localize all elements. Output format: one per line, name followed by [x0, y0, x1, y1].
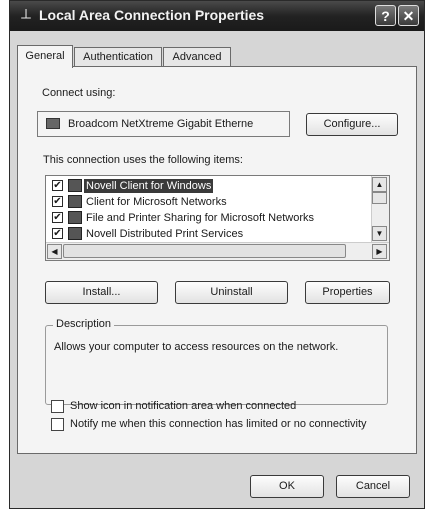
- items-listbox[interactable]: ✔ Novell Client for Windows ✔ Client for…: [45, 175, 390, 261]
- adapter-name: Broadcom NetXtreme Gigabit Etherne: [68, 118, 254, 130]
- show-icon-label: Show icon in notification area when conn…: [70, 400, 297, 412]
- scroll-thumb[interactable]: [372, 192, 387, 204]
- description-text: Allows your computer to access resources…: [54, 341, 339, 353]
- connect-using-label: Connect using:: [42, 87, 116, 99]
- network-component-icon: [68, 195, 82, 208]
- scroll-down-icon[interactable]: ▼: [372, 226, 387, 241]
- network-connection-icon: ⟂: [20, 6, 31, 23]
- vertical-scrollbar[interactable]: ▲ ▼: [371, 176, 389, 243]
- network-component-icon: [68, 211, 82, 224]
- tab-general[interactable]: General: [17, 45, 73, 68]
- cancel-button[interactable]: Cancel: [336, 475, 410, 498]
- item-checkbox[interactable]: ✔: [52, 212, 63, 223]
- window-title: Local Area Connection Properties: [39, 7, 265, 23]
- network-component-icon: [68, 227, 82, 240]
- tab-advanced[interactable]: Advanced: [163, 47, 231, 66]
- notify-label: Notify me when this connection has limit…: [70, 418, 367, 430]
- network-component-icon: [68, 179, 82, 192]
- tab-authentication[interactable]: Authentication: [74, 47, 162, 66]
- scroll-right-icon[interactable]: ▶: [372, 244, 387, 259]
- network-adapter-icon: [46, 118, 60, 129]
- general-panel: Connect using: Broadcom NetXtreme Gigabi…: [17, 66, 417, 454]
- scroll-up-icon[interactable]: ▲: [372, 177, 387, 192]
- horizontal-scrollbar[interactable]: ◀ ▶: [46, 242, 389, 260]
- install-button[interactable]: Install...: [45, 281, 158, 304]
- title-bar[interactable]: ⟂ Local Area Connection Properties ? ✕: [10, 1, 424, 31]
- item-checkbox[interactable]: ✔: [52, 196, 63, 207]
- uninstall-button[interactable]: Uninstall: [175, 281, 288, 304]
- properties-button[interactable]: Properties: [305, 281, 390, 304]
- show-icon-checkbox[interactable]: [51, 400, 64, 413]
- help-button[interactable]: ?: [375, 5, 396, 26]
- item-label: Novell Client for Windows: [84, 179, 214, 193]
- description-group: Description Allows your computer to acce…: [45, 318, 388, 405]
- item-label: Novell Distributed Print Services: [86, 228, 244, 240]
- close-button[interactable]: ✕: [398, 5, 419, 26]
- properties-window: ⟂ Local Area Connection Properties ? ✕ G…: [9, 0, 425, 509]
- scroll-thumb[interactable]: [63, 244, 346, 258]
- item-checkbox[interactable]: ✔: [52, 180, 63, 191]
- item-label: Client for Microsoft Networks: [86, 196, 227, 208]
- item-label: File and Printer Sharing for Microsoft N…: [86, 212, 315, 224]
- items-label: This connection uses the following items…: [43, 154, 243, 166]
- notify-checkbox[interactable]: [51, 418, 64, 431]
- scroll-left-icon[interactable]: ◀: [47, 244, 62, 259]
- item-checkbox[interactable]: ✔: [52, 228, 63, 239]
- configure-button[interactable]: Configure...: [306, 113, 398, 136]
- description-title: Description: [53, 318, 115, 330]
- ok-button[interactable]: OK: [250, 475, 324, 498]
- adapter-field[interactable]: Broadcom NetXtreme Gigabit Etherne: [37, 111, 290, 137]
